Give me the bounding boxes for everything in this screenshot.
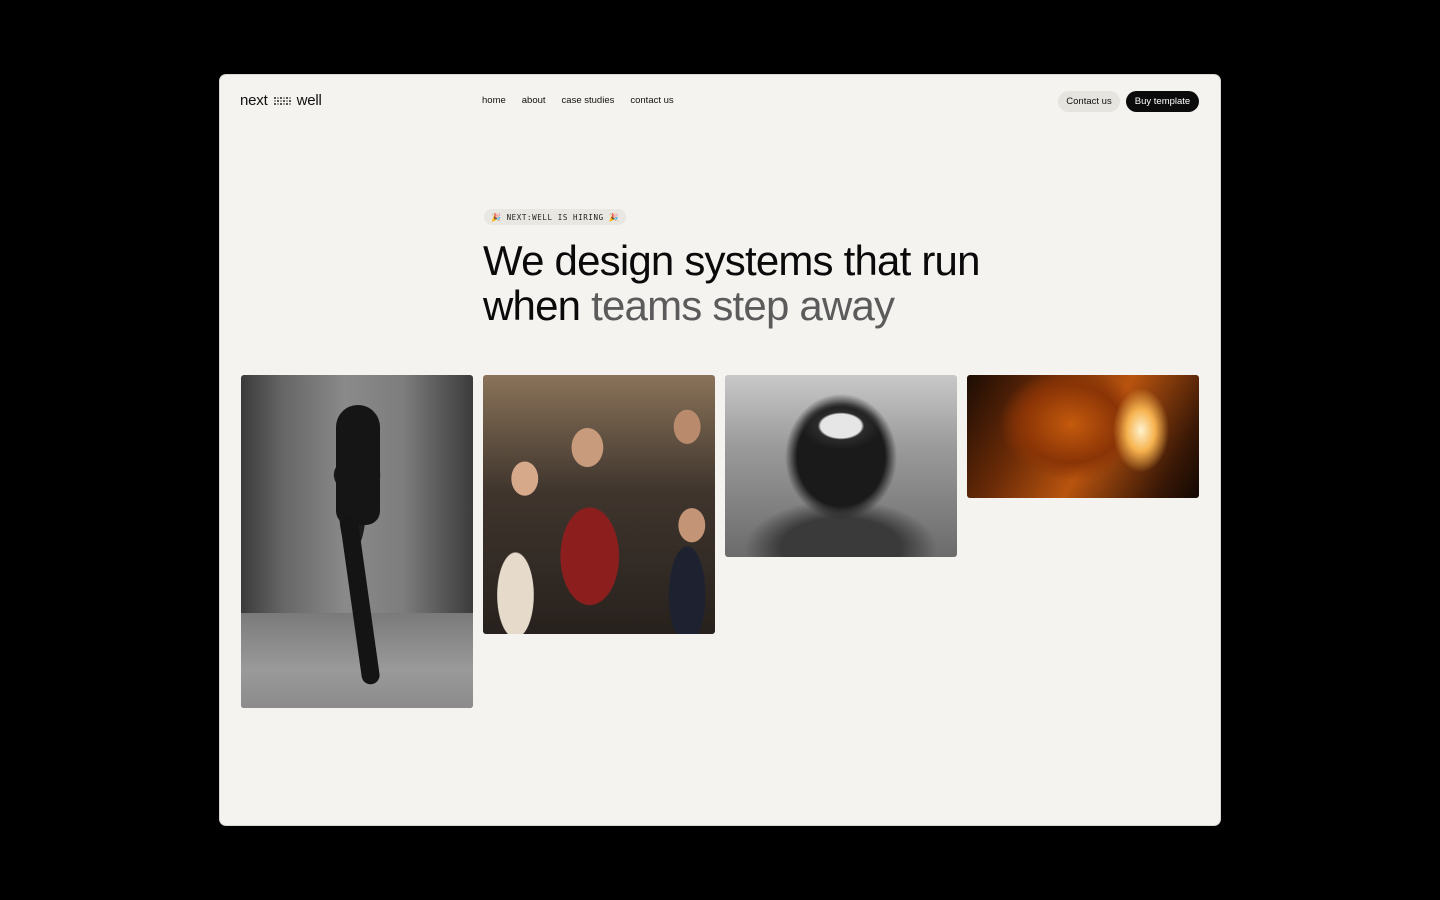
contact-us-button[interactable]: Contact us: [1058, 91, 1120, 112]
abstract-flame-image: [967, 375, 1199, 498]
nav-home[interactable]: home: [482, 95, 506, 106]
runner-leg: [339, 514, 381, 686]
nav-case-studies[interactable]: case studies: [562, 95, 615, 106]
party-popper-icon: 🎉: [491, 212, 502, 222]
logo[interactable]: next well: [240, 92, 322, 109]
headline-line-2-dark: when: [483, 282, 581, 329]
runner-image: [241, 375, 473, 708]
headline-line-1: We design systems that run: [483, 237, 980, 284]
runner-silhouette: [336, 405, 380, 525]
nav-contact-us[interactable]: contact us: [630, 95, 673, 106]
headline-line-2-muted: teams step away: [591, 282, 895, 329]
buy-template-button[interactable]: Buy template: [1126, 91, 1199, 112]
team-meeting-image: [483, 375, 715, 634]
browser-frame: next well home about case studies contac…: [220, 75, 1220, 825]
hiring-badge[interactable]: 🎉 NEXT:WELL IS HIRING 🎉: [484, 209, 627, 225]
logo-text-left: next: [240, 92, 268, 109]
motocross-rider-image: [725, 375, 957, 557]
party-popper-icon: 🎉: [608, 212, 620, 222]
logo-text-right: well: [296, 92, 322, 109]
logo-mark-icon: [273, 96, 291, 105]
hiring-badge-label: NEXT:WELL IS HIRING: [506, 212, 604, 222]
nav-about[interactable]: about: [522, 95, 546, 106]
hero-headline: We design systems that run when teams st…: [483, 238, 1103, 328]
main-nav: home about case studies contact us: [482, 95, 674, 106]
